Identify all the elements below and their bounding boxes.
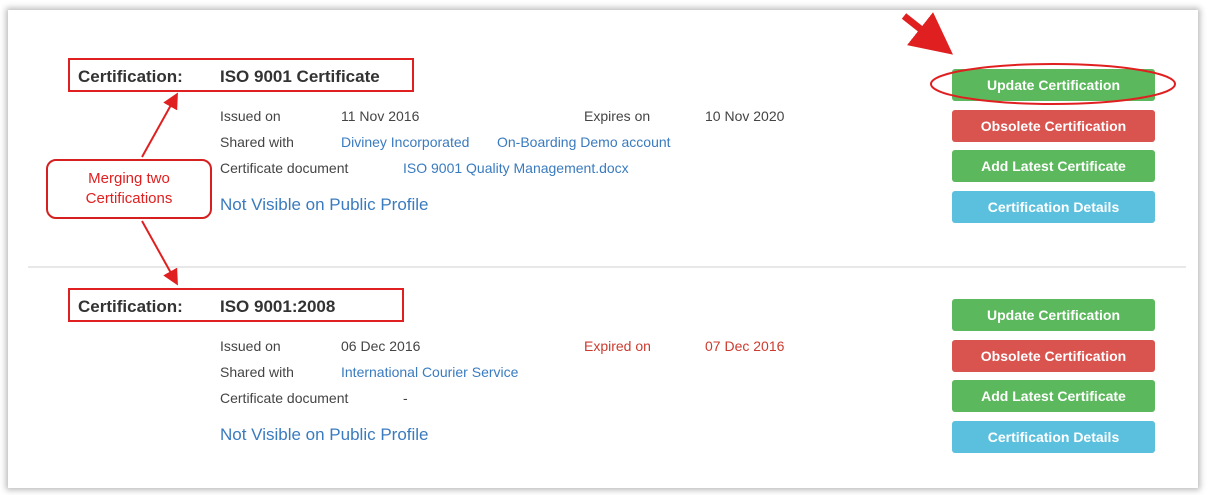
obsolete-certification-button[interactable]: Obsolete Certification [952, 340, 1155, 372]
document-label: Certificate document [220, 390, 349, 406]
document-row: Certificate document - [220, 390, 408, 406]
add-latest-certificate-button[interactable]: Add Latest Certificate [952, 380, 1155, 412]
callout-text-line2: Certifications [85, 190, 173, 207]
public-visibility-status: Not Visible on Public Profile [220, 425, 429, 444]
issued-label: Issued on [220, 338, 281, 354]
certification-details-button[interactable]: Certification Details [952, 421, 1155, 453]
callout-text-line1: Merging two [88, 170, 170, 187]
document-value: - [403, 390, 408, 406]
shared-company-link[interactable]: International Courier Service [341, 364, 518, 380]
expiry-label: Expired on [584, 338, 651, 354]
issued-date: 06 Dec 2016 [341, 338, 421, 354]
issued-row: Issued on 06 Dec 2016 Expired on 07 Dec … [220, 338, 784, 354]
expiry-date: 07 Dec 2016 [705, 338, 785, 354]
shared-row: Shared with International Courier Servic… [220, 364, 518, 380]
certifications-panel: Certification: ISO 9001 Certificate Issu… [8, 10, 1198, 488]
shared-label: Shared with [220, 364, 294, 380]
annotation-callout: Merging two Certifications [46, 159, 212, 219]
certification-item: Certification: ISO 9001:2008 Issued on 0… [8, 10, 1198, 488]
update-certification-button[interactable]: Update Certification [952, 299, 1155, 331]
annotation-highlight-box [68, 288, 404, 322]
